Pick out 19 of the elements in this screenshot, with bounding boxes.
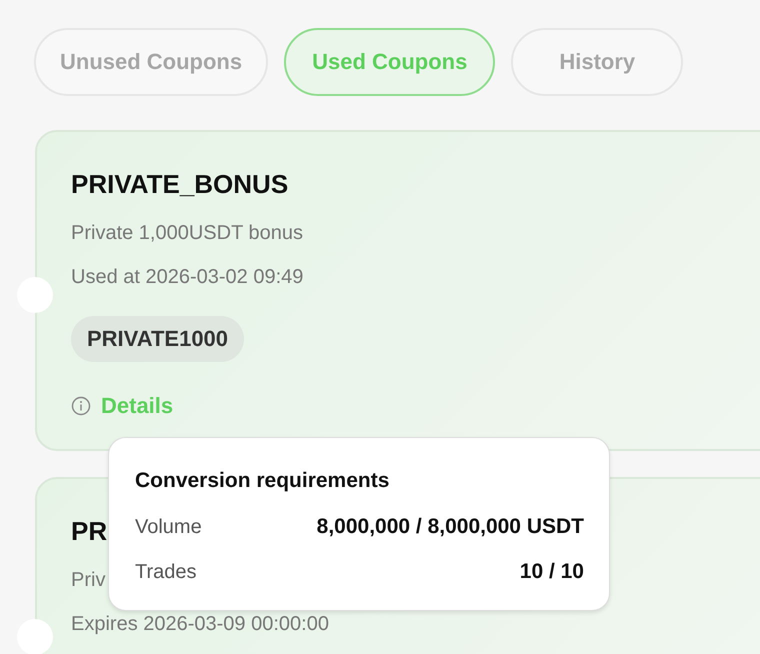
coupon-description: Private 1,000USDT bonus [71,221,303,245]
tab[interactable]: Unused Coupons [34,28,268,96]
info-icon [71,396,91,416]
requirement-value: 10 / 10 [520,559,584,585]
coupon-title: PRIVATE_BONUS [71,168,288,201]
requirement-label: Trades [135,560,197,585]
coupon-date: Used at 2026-03-02 09:49 [71,265,304,289]
coupon-description: Priv [71,568,106,592]
coupon-title: PR [71,515,108,548]
details-link[interactable]: Details [101,393,174,419]
requirement-value: 8,000,000 / 8,000,000 USDT [316,514,584,540]
tab[interactable]: History [511,28,684,96]
tooltip-title: Conversion requirements [135,468,390,494]
ticket-notch [17,619,53,654]
coupon-date: Expires 2026-03-09 00:00:00 [71,612,329,636]
tab[interactable]: Used Coupons [284,28,496,96]
requirement-label: Volume [135,515,202,540]
coupon-code: PRIVATE1000 [71,316,244,362]
ticket-notch [17,277,53,313]
